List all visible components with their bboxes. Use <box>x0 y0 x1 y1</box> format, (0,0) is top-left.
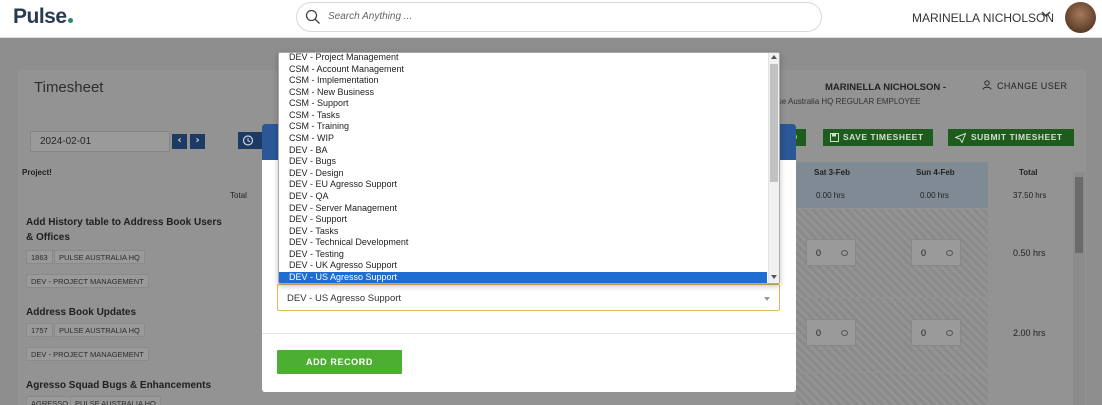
search-bar[interactable]: Search Anything ... <box>296 2 822 32</box>
office-tag: PULSE AUSTRALIA HQ <box>70 396 161 405</box>
dropdown-option[interactable]: DEV - Support <box>279 214 767 226</box>
user-icon <box>982 80 992 90</box>
table-scrollbar[interactable] <box>1073 172 1085 405</box>
change-user-label: CHANGE USER <box>997 81 1068 91</box>
comment-icon[interactable] <box>946 330 953 336</box>
submit-timesheet-label: SUBMIT TIMESHEET <box>971 132 1063 142</box>
date-input[interactable]: 2024-02-01 <box>30 131 170 152</box>
dropdown-option[interactable]: CSM - Tasks <box>279 110 767 122</box>
day-total-sat: 0.00 hrs <box>816 191 845 200</box>
comment-icon[interactable] <box>946 250 953 256</box>
search-placeholder: Search Anything ... <box>328 11 413 22</box>
dropdown-option[interactable]: DEV - Bugs <box>279 156 767 168</box>
submit-timesheet-button[interactable]: SUBMIT TIMESHEET <box>948 129 1074 146</box>
save-timesheet-button[interactable]: SAVE TIMESHEET <box>823 129 933 146</box>
top-nav: Pulse Search Anything ... MARINELLA NICH… <box>0 0 1102 38</box>
dropdown-option[interactable]: DEV - QA <box>279 191 767 203</box>
dropdown-scroll-thumb[interactable] <box>770 64 778 182</box>
weekend-hatch <box>796 373 988 405</box>
total-row-label: Total <box>230 191 247 200</box>
save-timesheet-label: SAVE TIMESHEET <box>843 132 924 142</box>
page-title: Timesheet <box>34 79 104 96</box>
logo-text: Pulse <box>13 5 67 28</box>
category-tag: DEV - PROJECT MANAGEMENT <box>26 274 149 288</box>
hours-input-sat[interactable]: 0 <box>806 319 856 346</box>
day-total-sun: 0.00 hrs <box>920 191 949 200</box>
office-tag: PULSE AUSTRALIA HQ <box>54 323 145 337</box>
change-user-button[interactable]: CHANGE USER <box>982 80 1067 91</box>
hours-value: 0 <box>816 248 822 258</box>
modal-divider <box>262 333 796 334</box>
employee-name: MARINELLA NICHOLSON - <box>825 82 947 93</box>
dropdown-option[interactable]: DEV - Project Management <box>279 53 767 64</box>
dropdown-option[interactable]: DEV - US Agresso Support <box>279 272 767 283</box>
hours-input-sun[interactable]: 0 <box>911 239 961 266</box>
prev-week-button[interactable]: ‹ <box>172 134 187 149</box>
comment-icon[interactable] <box>841 250 848 256</box>
dropdown-option[interactable]: CSM - Implementation <box>279 75 767 87</box>
pulse-logo[interactable]: Pulse <box>13 5 73 29</box>
dropdown-option[interactable]: CSM - Support <box>279 98 767 110</box>
dropdown-option[interactable]: CSM - Training <box>279 121 767 133</box>
category-dropdown-list[interactable]: DEV - Project Management CSM - Account Ma… <box>278 52 780 284</box>
caret-down-icon <box>764 297 770 301</box>
row-total: 0.50 hrs <box>1013 248 1046 258</box>
dropdown-option[interactable]: DEV - UK Agresso Support <box>279 260 767 272</box>
project-id-tag: AGRESSO <box>26 396 74 405</box>
dropdown-scrollbar[interactable] <box>768 53 779 283</box>
hours-input-sun[interactable]: 0 <box>911 319 961 346</box>
dropdown-option[interactable]: CSM - Account Management <box>279 64 767 76</box>
dropdown-option[interactable]: DEV - BA <box>279 145 767 157</box>
project-name: Add History table to Address Book Users … <box>26 217 222 243</box>
save-icon <box>830 133 839 142</box>
hours-value: 0 <box>921 328 927 338</box>
chevron-down-icon[interactable] <box>1040 8 1052 20</box>
project-name: Agresso Squad Bugs & Enhancements <box>26 380 212 391</box>
hours-value: 0 <box>921 248 927 258</box>
scroll-thumb[interactable] <box>1075 177 1083 253</box>
day-header-sun: Sun 4-Feb <box>916 168 955 177</box>
total-column-header: Total <box>1019 168 1038 177</box>
dropdown-option[interactable]: DEV - Technical Development <box>279 237 767 249</box>
next-week-button[interactable]: › <box>190 134 205 149</box>
grand-total: 37.50 hrs <box>1013 191 1047 200</box>
row-total: 2.00 hrs <box>1013 328 1046 338</box>
dropdown-option[interactable]: DEV - Testing <box>279 249 767 261</box>
send-icon <box>955 133 966 143</box>
add-record-button[interactable]: ADD RECORD <box>277 350 402 374</box>
hours-value: 0 <box>816 328 822 338</box>
project-id-tag: 1757 <box>26 323 53 337</box>
dropdown-option[interactable]: DEV - Tasks <box>279 226 767 238</box>
employee-details: s Pulse Australia HQ REGULAR EMPLOYEE <box>760 97 921 106</box>
project-name: Address Book Updates <box>26 307 137 318</box>
user-menu-name[interactable]: MARINELLA NICHOLSON <box>912 11 1054 25</box>
hours-input-sat[interactable]: 0 <box>806 239 856 266</box>
category-tag: DEV - PROJECT MANAGEMENT <box>26 347 149 361</box>
dropdown-option[interactable]: CSM - WIP <box>279 133 767 145</box>
scroll-up-icon[interactable] <box>771 55 777 59</box>
comment-icon[interactable] <box>841 330 848 336</box>
chevron-left-icon: ‹ <box>177 135 182 146</box>
day-header-sat: Sat 3-Feb <box>814 168 851 177</box>
office-tag: PULSE AUSTRALIA HQ <box>54 250 145 264</box>
category-select[interactable]: DEV - US Agresso Support <box>277 284 780 311</box>
scroll-down-icon[interactable] <box>771 275 777 279</box>
search-icon <box>305 9 320 24</box>
clock-button[interactable] <box>238 132 264 149</box>
dropdown-option[interactable]: DEV - Design <box>279 168 767 180</box>
project-column-header: Project! <box>22 168 52 177</box>
category-select-value: DEV - US Agresso Support <box>287 293 402 304</box>
dropdown-option[interactable]: DEV - Server Management <box>279 203 767 215</box>
chevron-right-icon: › <box>195 135 200 146</box>
dropdown-option[interactable]: DEV - EU Agresso Support <box>279 179 767 191</box>
dropdown-option[interactable]: CSM - New Business <box>279 87 767 99</box>
project-id-tag: 1863 <box>26 250 53 264</box>
clock-icon <box>242 135 254 146</box>
avatar[interactable] <box>1065 2 1096 33</box>
